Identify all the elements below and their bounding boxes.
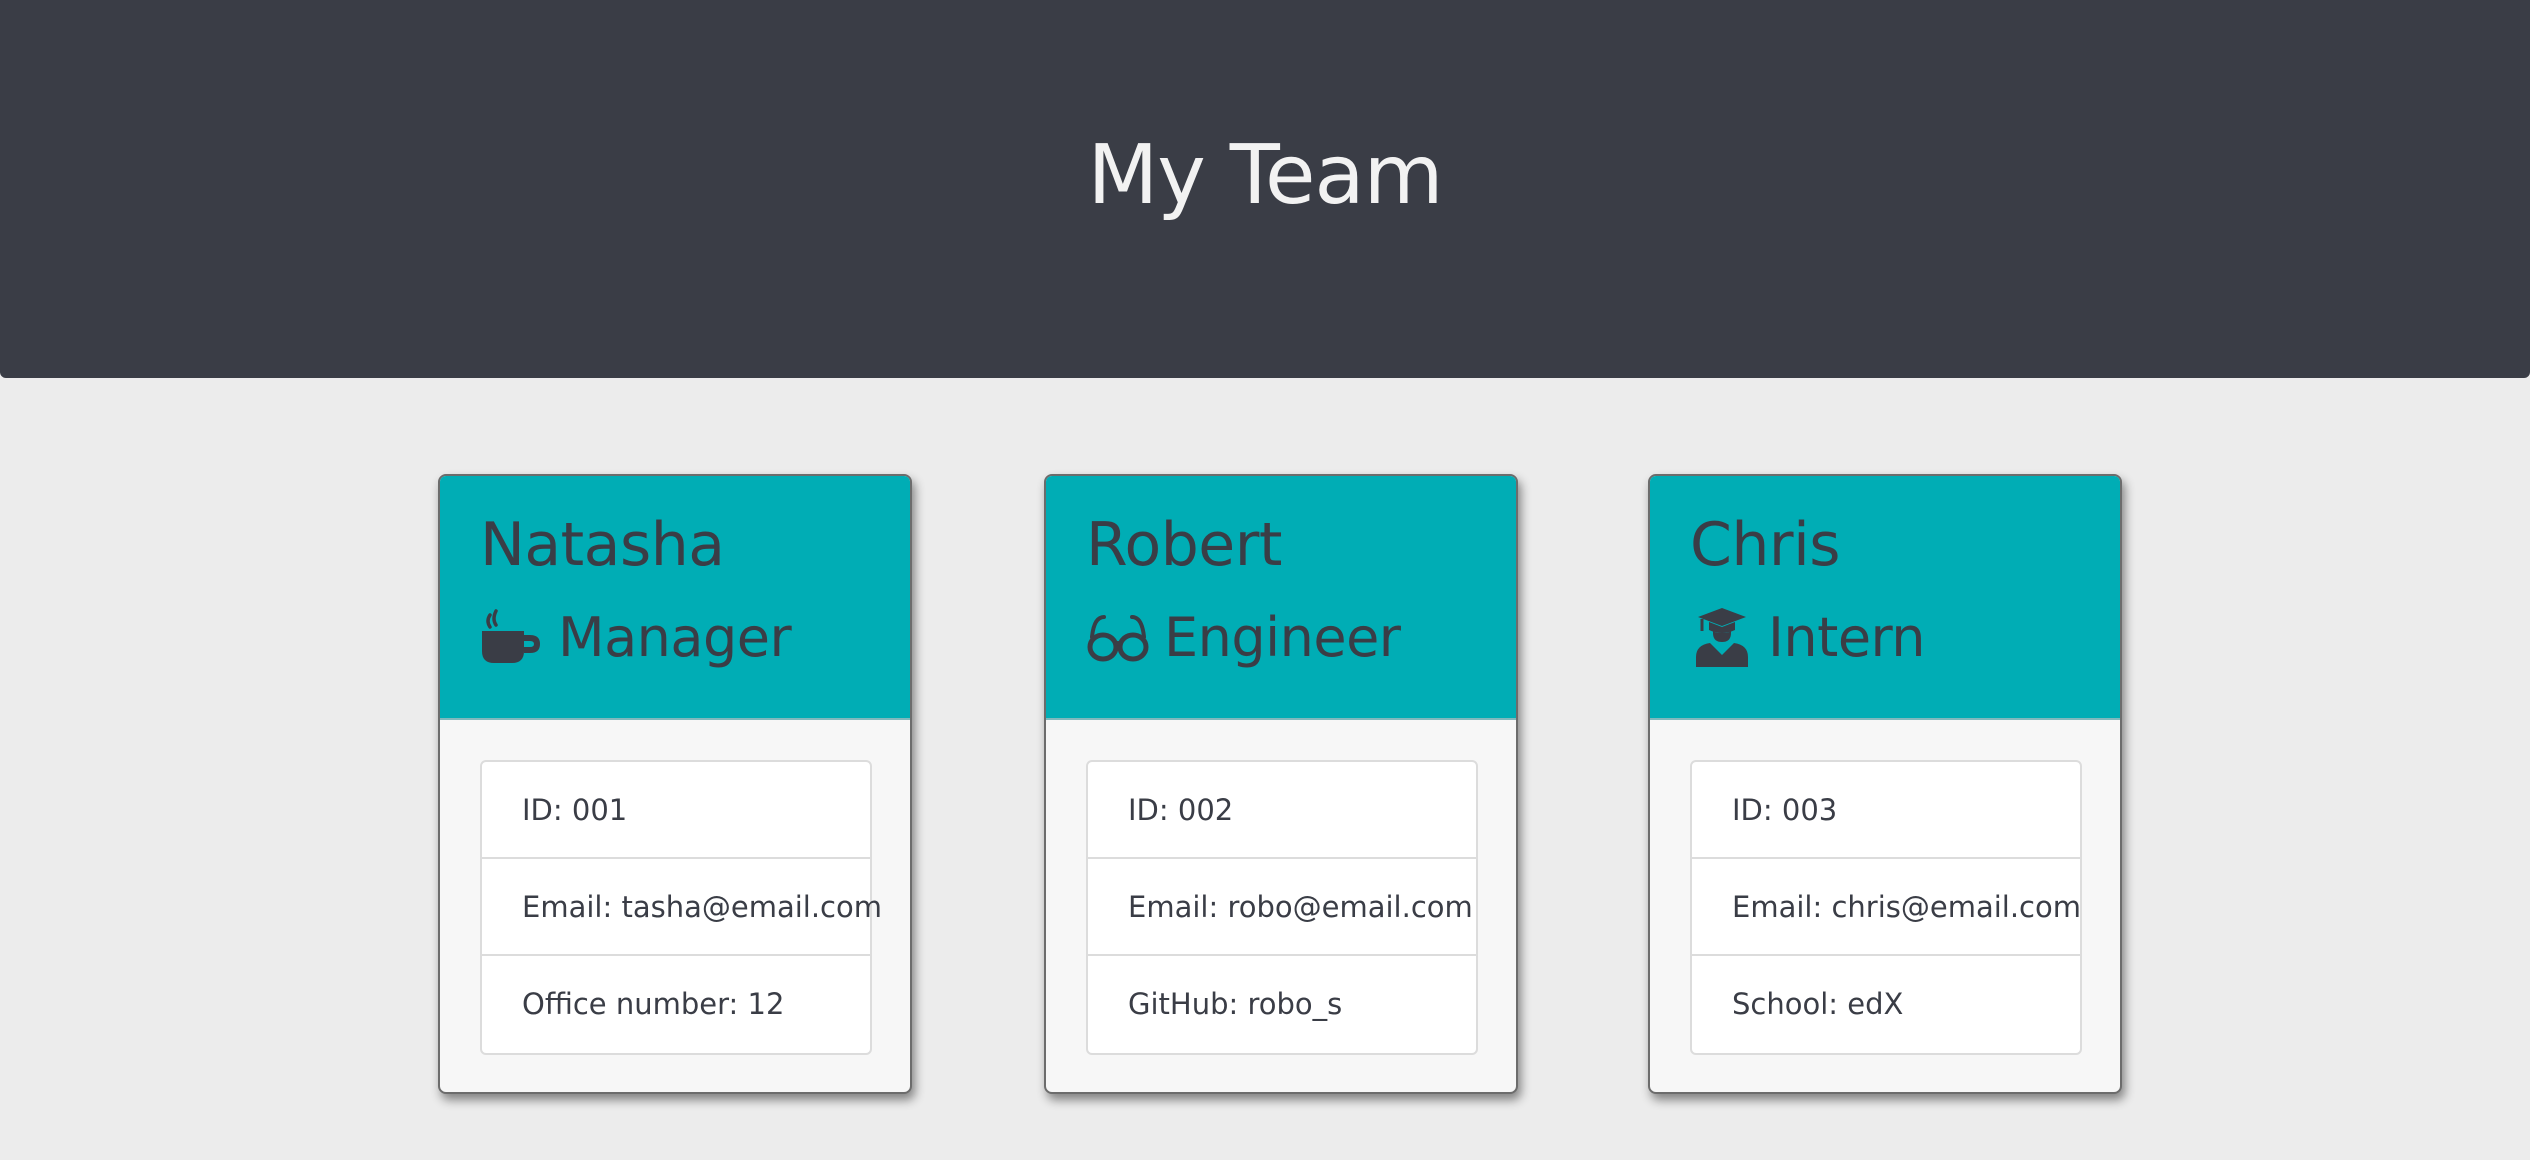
employee-email[interactable]: Email: tasha@email.com [482, 859, 882, 956]
employee-role: Manager [480, 602, 792, 672]
card-header: Natasha Manager [440, 476, 910, 720]
employee-github[interactable]: GitHub: robo_s [1088, 956, 1476, 1053]
employee-name: Robert [1086, 510, 1282, 580]
employee-role: Engineer [1086, 602, 1401, 672]
card-header: Chris Intern [1650, 476, 2120, 720]
employee-name: Natasha [480, 510, 725, 580]
role-label: Manager [558, 605, 792, 669]
employee-id: ID: 001 [482, 762, 870, 859]
employee-info-list: ID: 002 Email: robo@email.com GitHub: ro… [1086, 760, 1478, 1055]
employee-info-list: ID: 003 Email: chris@email.com School: e… [1690, 760, 2082, 1055]
coffee-mug-icon [480, 605, 544, 669]
employee-card-intern: Chris Intern ID: 003 Email: chris@email.… [1648, 474, 2122, 1094]
employee-id: ID: 003 [1692, 762, 2080, 859]
page-header: My Team [0, 0, 2530, 378]
employee-role: Intern [1690, 602, 1926, 672]
role-label: Intern [1768, 605, 1926, 669]
employee-info-list: ID: 001 Email: tasha@email.com Office nu… [480, 760, 882, 1055]
glasses-icon [1086, 605, 1150, 669]
employee-email[interactable]: Email: robo@email.com [1088, 859, 1476, 956]
employee-school: School: edX [1732, 987, 1904, 1021]
employee-name: Chris [1690, 510, 1841, 580]
employee-card-manager: Natasha Manager ID: 001 Email: tasha@ema… [438, 474, 912, 1094]
page-title: My Team [1087, 128, 1443, 223]
role-label: Engineer [1164, 605, 1401, 669]
employee-id: ID: 002 [1088, 762, 1476, 859]
employee-card-engineer: Robert Engineer ID: 002 Email: robo@emai… [1044, 474, 1518, 1094]
card-header: Robert Engineer [1046, 476, 1516, 720]
employee-office-number: Office number: 12 [522, 987, 785, 1021]
employee-email[interactable]: Email: chris@email.com [1692, 859, 2081, 956]
graduate-icon [1690, 605, 1754, 669]
